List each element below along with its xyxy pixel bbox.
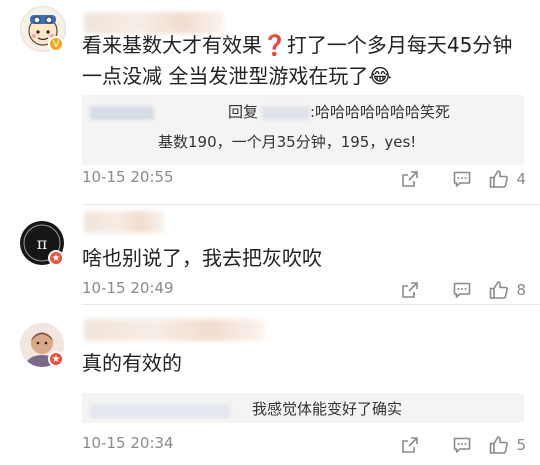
- like-button[interactable]: 5: [488, 432, 526, 458]
- reply-author-blurred: [262, 103, 310, 121]
- reply-author-blurred: [90, 103, 154, 121]
- comment-time: 10-15 20:49: [82, 279, 174, 297]
- svg-text:π: π: [37, 234, 48, 253]
- like-icon: [490, 436, 509, 454]
- reply-text: 基数190，一个月35分钟，195，yes!: [158, 133, 417, 151]
- share-button[interactable]: [384, 166, 436, 192]
- username-blurred[interactable]: [84, 319, 264, 341]
- verified-badge-icon: V: [48, 36, 64, 52]
- reply-preview[interactable]: 回复 :哈哈哈哈哈哈哈笑死 基数190，一个月35分钟，195，yes!: [82, 95, 524, 165]
- comment-item: ★ 真的有效的 我感觉体能变好了确实 10-15 20:34 5: [0, 305, 540, 465]
- share-icon: [402, 437, 419, 453]
- like-count: 8: [516, 281, 526, 299]
- like-icon: [490, 170, 509, 188]
- reply-label: 回复: [228, 103, 259, 121]
- comment-actions: 4: [384, 166, 526, 192]
- comment-text: 真的有效的: [82, 351, 182, 375]
- comment-actions: 8: [384, 277, 526, 303]
- reply-text: 我感觉体能变好了确实: [252, 400, 403, 418]
- like-count: 4: [516, 170, 526, 188]
- like-button[interactable]: 4: [488, 166, 526, 192]
- reply-author-blurred: [90, 401, 230, 419]
- share-button[interactable]: [384, 277, 436, 303]
- share-button[interactable]: [384, 432, 436, 458]
- comment-text: 啥也别说了，我去把灰吹吹: [82, 246, 322, 270]
- like-count: 5: [516, 436, 526, 454]
- comment-icon: [454, 282, 471, 298]
- comment-text: 看来基数大才有效果❓打了一个多月每天45分钟一点没减 全当发泄型游戏在玩了😂: [82, 33, 513, 88]
- comment-icon: [454, 437, 471, 453]
- like-icon: [490, 281, 509, 299]
- share-icon: [402, 171, 419, 187]
- username-blurred[interactable]: [84, 211, 164, 233]
- comment-item: V 看来基数大才有效果❓打了一个多月每天45分钟一点没减 全当发泄型游戏在玩了😂…: [0, 0, 540, 205]
- share-icon: [402, 282, 419, 298]
- comment-time: 10-15 20:34: [82, 434, 174, 452]
- comment-button[interactable]: [436, 166, 488, 192]
- like-button[interactable]: 8: [488, 277, 526, 303]
- comment-icon: [454, 171, 471, 187]
- comment-button[interactable]: [436, 277, 488, 303]
- comment-actions: 5: [384, 432, 526, 458]
- member-badge-icon: ★: [48, 351, 64, 367]
- comment-time: 10-15 20:55: [82, 168, 174, 186]
- reply-text: :哈哈哈哈哈哈哈笑死: [310, 103, 451, 121]
- member-badge-icon: ★: [48, 250, 64, 266]
- comment-item: π ★ 啥也别说了，我去把灰吹吹 10-15 20:49 8: [0, 205, 540, 305]
- comment-button[interactable]: [436, 432, 488, 458]
- reply-preview[interactable]: 我感觉体能变好了确实: [82, 393, 524, 423]
